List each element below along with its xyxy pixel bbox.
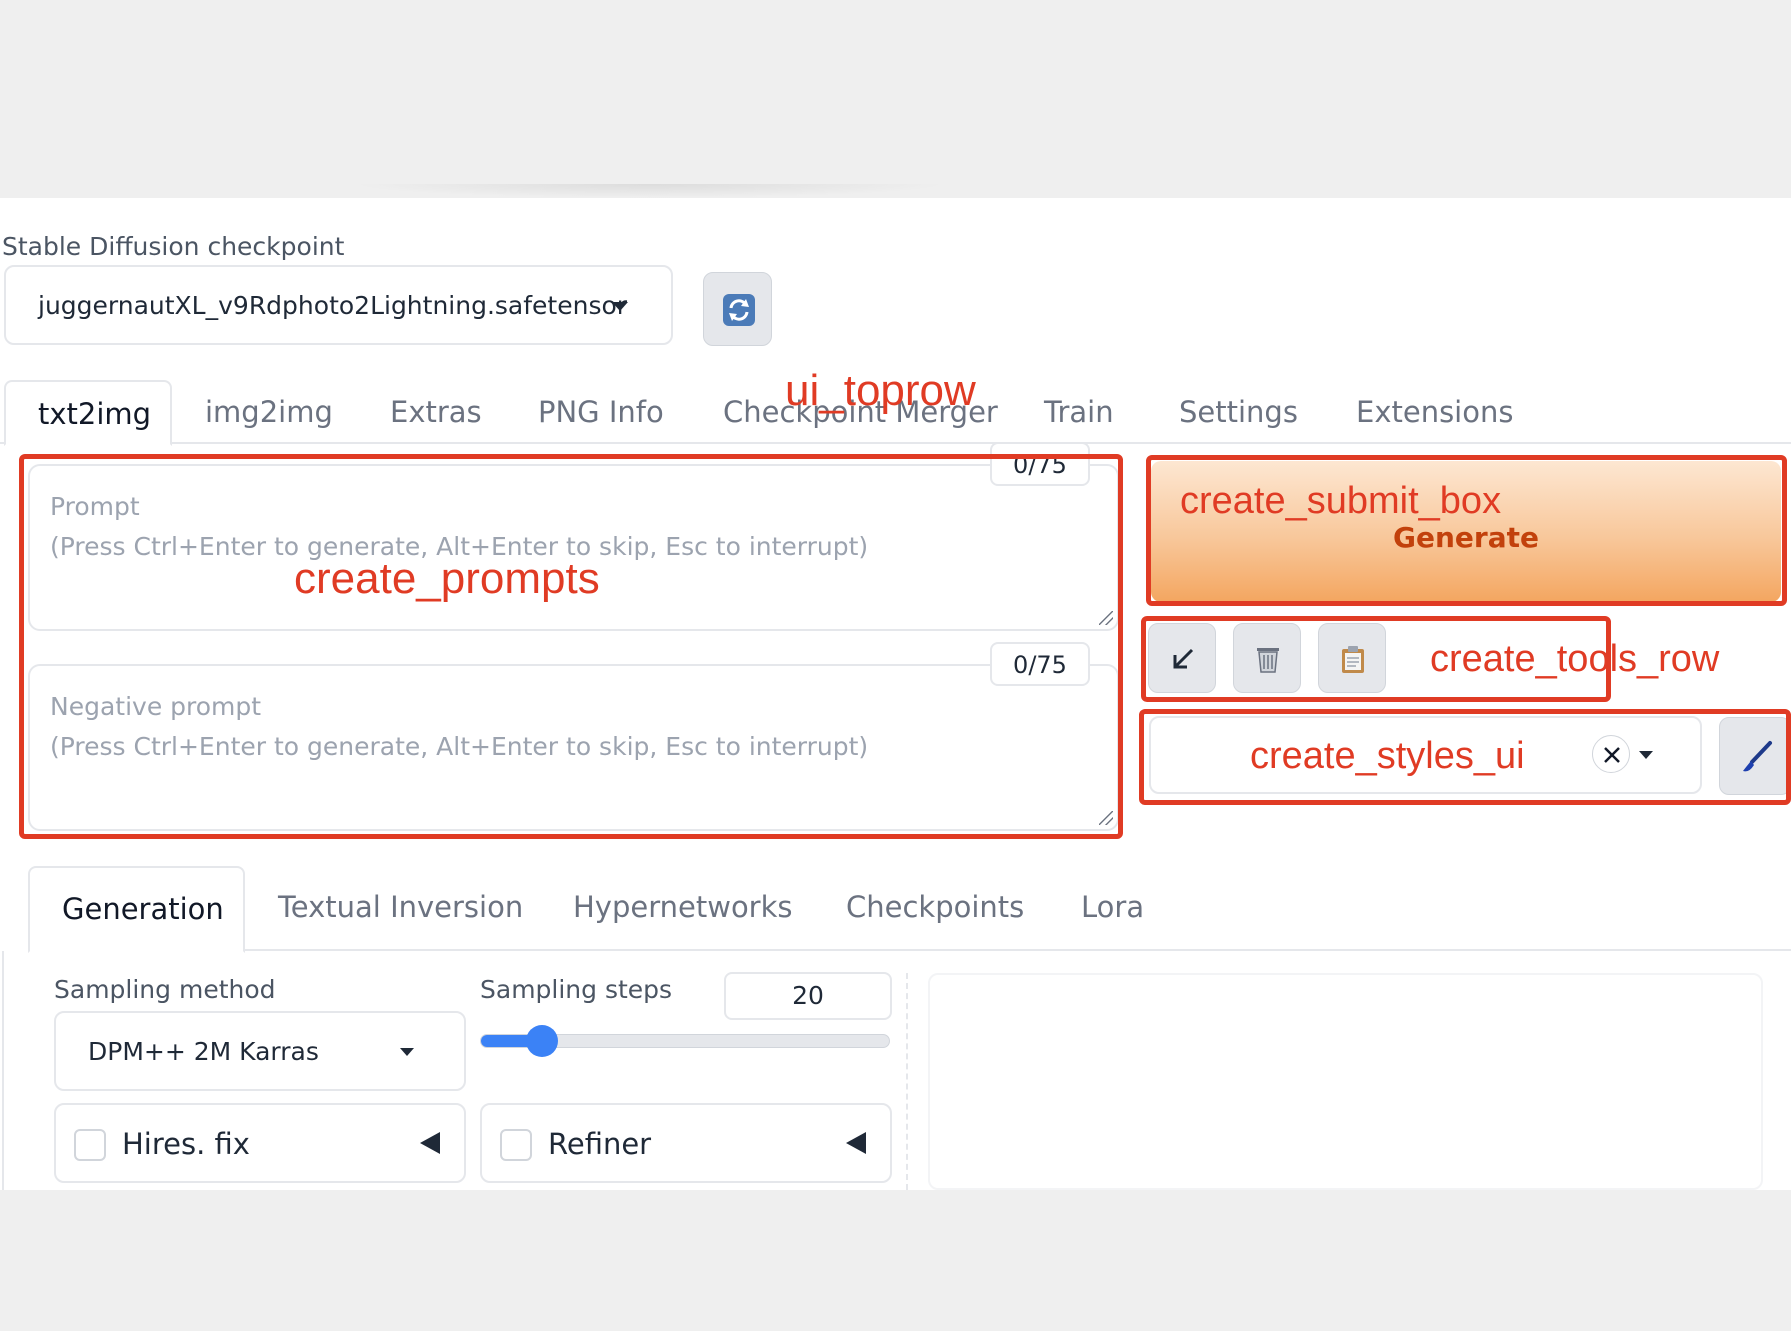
prompt-token-counter: 0/75 (990, 442, 1090, 486)
prompt-textarea[interactable]: Prompt (Press Ctrl+Enter to generate, Al… (28, 464, 1119, 631)
annotation-create-styles-ui: create_styles_ui (1250, 735, 1525, 777)
tab-png-info[interactable]: PNG Info (538, 380, 664, 444)
slider-thumb[interactable] (526, 1025, 558, 1057)
tab-extensions[interactable]: Extensions (1356, 380, 1513, 444)
clear-prompt-button[interactable] (1233, 623, 1301, 693)
refresh-icon (723, 294, 755, 326)
sampling-method-dropdown[interactable]: DPM++ 2M Karras (54, 1011, 466, 1091)
hires-fix-checkbox[interactable] (74, 1129, 106, 1161)
clipboard-icon (1342, 646, 1364, 673)
tab-train[interactable]: Train (1044, 380, 1114, 444)
trash-icon (1257, 648, 1279, 673)
resize-handle-icon[interactable] (1099, 611, 1113, 625)
clear-styles-button[interactable] (1592, 735, 1630, 773)
refiner-accordion[interactable]: Refiner (480, 1103, 892, 1183)
edit-styles-button[interactable] (1719, 717, 1791, 795)
resize-handle-icon[interactable] (1099, 811, 1113, 825)
tab-txt2img[interactable]: txt2img (4, 380, 172, 446)
annotation-create-prompts: create_prompts (294, 554, 600, 603)
apply-styles-button[interactable] (1318, 623, 1386, 693)
chevron-down-icon (612, 302, 628, 311)
tab-settings[interactable]: Settings (1179, 380, 1298, 444)
tab-hypernetworks[interactable]: Hypernetworks (573, 866, 793, 951)
caret-down-icon[interactable] (1639, 751, 1653, 759)
read-generation-params-button[interactable] (1148, 623, 1216, 693)
output-gallery (928, 973, 1763, 1190)
annotation-create-tools-row: create_tools_row (1430, 638, 1720, 680)
tab-checkpoints[interactable]: Checkpoints (846, 866, 1024, 951)
hires-fix-label: Hires. fix (122, 1127, 250, 1161)
tab-img2img[interactable]: img2img (205, 380, 333, 444)
refiner-checkbox[interactable] (500, 1129, 532, 1161)
negative-prompt-placeholder-title: Negative prompt (50, 692, 262, 721)
refresh-checkpoint-button[interactable] (703, 272, 772, 346)
collapse-arrow-icon[interactable] (420, 1132, 440, 1154)
tab-textual-inversion[interactable]: Textual Inversion (278, 866, 523, 951)
webui-app: Stable Diffusion checkpoint juggernautXL… (0, 198, 1791, 1190)
tab-extras[interactable]: Extras (390, 380, 482, 444)
sampling-steps-slider[interactable] (480, 1025, 890, 1057)
txt2img-settings-tabs: Generation Textual Inversion Hypernetwor… (28, 866, 1791, 953)
negative-prompt-textarea[interactable]: Negative prompt (Press Ctrl+Enter to gen… (28, 664, 1119, 831)
header-shadow (350, 184, 950, 198)
hires-fix-accordion[interactable]: Hires. fix (54, 1103, 466, 1183)
annotation-create-submit-box: create_submit_box (1180, 480, 1502, 522)
column-divider (906, 973, 908, 1190)
checkpoint-value: juggernautXL_v9Rdphoto2Lightning.safeten… (38, 291, 628, 320)
negative-prompt-token-counter: 0/75 (990, 642, 1090, 686)
collapse-arrow-icon[interactable] (846, 1132, 866, 1154)
generate-label: Generate (1393, 521, 1539, 554)
tab-generation[interactable]: Generation (28, 866, 245, 953)
sampling-method-value: DPM++ 2M Karras (88, 1037, 319, 1066)
tab-lora[interactable]: Lora (1081, 866, 1144, 951)
chevron-down-icon (400, 1048, 414, 1056)
panel-border (2, 951, 4, 1190)
prompt-placeholder-title: Prompt (50, 492, 140, 521)
sampling-steps-input[interactable]: 20 (724, 972, 892, 1020)
sampling-steps-label: Sampling steps (480, 975, 673, 1004)
annotation-ui-toprow: ui_toprow (785, 366, 976, 415)
checkpoint-label: Stable Diffusion checkpoint (2, 232, 345, 261)
arrow-down-left-icon (1173, 648, 1194, 669)
refiner-label: Refiner (548, 1127, 652, 1161)
paintbrush-icon (1743, 741, 1772, 772)
checkpoint-dropdown[interactable]: juggernautXL_v9Rdphoto2Lightning.safeten… (4, 265, 673, 345)
sampling-method-label: Sampling method (54, 975, 276, 1004)
close-icon (1604, 747, 1620, 763)
negative-prompt-placeholder-hint: (Press Ctrl+Enter to generate, Alt+Enter… (50, 732, 869, 761)
